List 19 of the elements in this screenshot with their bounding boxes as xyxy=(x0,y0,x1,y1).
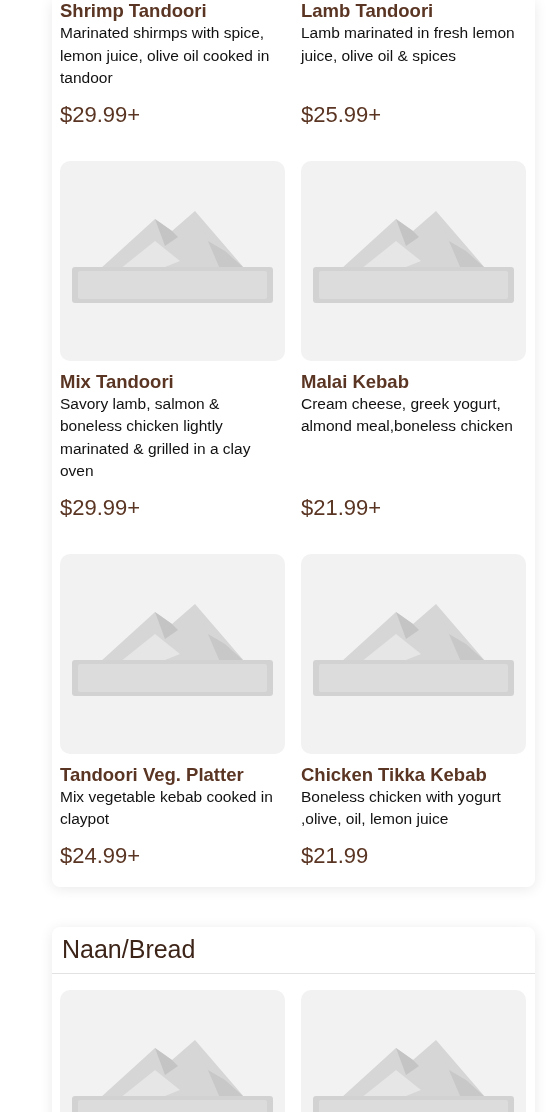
item-price: $21.99 xyxy=(301,842,370,869)
section-title: Naan/Bread xyxy=(62,934,197,964)
item-price: $24.99+ xyxy=(60,842,142,869)
item-description: Savory lamb, salmon & boneless chicken lightly marinated & grilled in a clay oven xyxy=(60,393,252,481)
item-description: Cream cheese, greek yogurt, almond meal,boneless chicken xyxy=(301,393,514,436)
item-description: Mix vegetable kebab cooked in claypot xyxy=(60,786,274,829)
item-name[interactable]: Mix Tandoori xyxy=(60,370,285,393)
item-description: Marinated shirmps with spice, lemon juice, olive oil cooked in tandoor xyxy=(60,23,271,88)
item-price: $25.99+ xyxy=(301,101,383,128)
item-name[interactable]: Malai Kebab xyxy=(301,370,527,393)
item-name[interactable]: Shrimp Tandoori xyxy=(60,0,285,22)
item-description: Lamb marinated in fresh lemon juice, olive oil & spices xyxy=(301,23,516,66)
item-name[interactable]: Tandoori Veg. Platter xyxy=(60,763,285,786)
item-price: $21.99+ xyxy=(301,494,383,521)
item-name[interactable]: Chicken Tikka Kebab xyxy=(301,763,527,786)
item-description: Boneless chicken with yogurt ,olive, oil, lemon juice xyxy=(301,786,502,829)
item-name[interactable]: Lamb Tandoori xyxy=(301,0,527,22)
item-price: $29.99+ xyxy=(60,101,142,128)
item-price: $29.99+ xyxy=(60,494,142,521)
